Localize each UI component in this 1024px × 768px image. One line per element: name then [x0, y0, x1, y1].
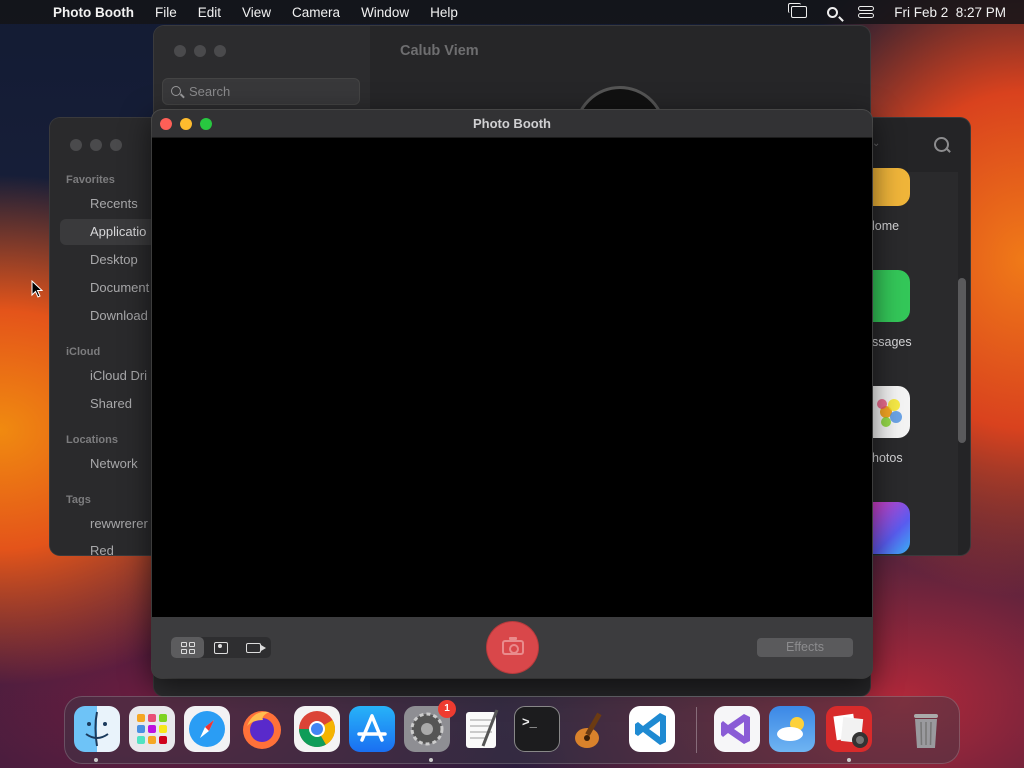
grid-icon	[180, 641, 195, 654]
app-store-dock-icon[interactable]	[349, 706, 395, 752]
bottom-toolbar: Effects	[152, 617, 872, 678]
weather-dock-icon[interactable]	[769, 706, 815, 752]
sidebar-item-icloud-drive[interactable]: iCloud Dri	[90, 368, 147, 383]
title-bar[interactable]: Photo Booth	[152, 110, 872, 138]
sidebar-item-documents[interactable]: Document	[90, 280, 149, 295]
background-window-title: Calub Viem	[400, 43, 479, 59]
search-icon[interactable]	[934, 137, 950, 153]
menu-camera[interactable]: Camera	[292, 5, 340, 20]
garageband-dock-icon[interactable]	[569, 706, 615, 752]
photo-booth-window: Photo Booth Effects	[152, 110, 872, 678]
dock-separator	[696, 707, 697, 753]
menu-app-name[interactable]: Photo Booth	[53, 5, 134, 20]
sidebar-item-tag[interactable]: Red	[90, 543, 114, 555]
launchpad-dock-icon[interactable]	[129, 706, 175, 752]
camera-preview	[152, 138, 872, 617]
firefox-dock-icon[interactable]	[239, 706, 285, 752]
sidebar-item-desktop[interactable]: Desktop	[90, 252, 138, 267]
sidebar-item-downloads[interactable]: Download	[90, 308, 148, 323]
finder-dock-icon[interactable]	[74, 706, 120, 752]
view-mode-control	[171, 637, 271, 658]
take-photo-button[interactable]	[487, 622, 538, 673]
vscode-dock-icon[interactable]	[629, 706, 675, 752]
photo-booth-dock-icon[interactable]	[826, 706, 872, 752]
trash-dock-icon[interactable]	[903, 706, 949, 752]
still-photo-icon	[213, 641, 228, 654]
menu-view[interactable]: View	[242, 5, 271, 20]
dock: 1 >_	[64, 696, 960, 764]
screen-mirroring-icon[interactable]	[788, 3, 808, 18]
control-center-icon[interactable]	[858, 6, 875, 18]
menu-help[interactable]: Help	[430, 5, 458, 20]
sidebar-item-applications[interactable]: Applicatio	[90, 224, 146, 239]
sidebar-item-recents[interactable]: Recents	[90, 196, 138, 211]
menu-edit[interactable]: Edit	[198, 5, 221, 20]
notification-badge: 1	[438, 700, 456, 718]
chevron-down-icon[interactable]: ⌄	[872, 138, 880, 149]
background-window-controls	[174, 45, 226, 57]
visual-studio-dock-icon[interactable]	[714, 706, 760, 752]
menu-window[interactable]: Window	[361, 5, 409, 20]
system-settings-dock-icon[interactable]: 1	[404, 700, 456, 752]
running-indicator	[847, 758, 851, 762]
finder-window-controls	[70, 139, 122, 151]
video-icon	[246, 642, 266, 653]
window-title: Photo Booth	[473, 116, 551, 131]
search-placeholder: Search	[189, 84, 231, 99]
messages-app-icon[interactable]	[872, 270, 910, 322]
sidebar-section-locations: Locations	[66, 434, 118, 446]
sidebar-item-shared[interactable]: Shared	[90, 396, 132, 411]
photos-app-icon[interactable]	[872, 386, 910, 438]
menu-bar: Photo Booth File Edit View Camera Window…	[0, 0, 1024, 24]
safari-dock-icon[interactable]	[184, 706, 230, 752]
spotlight-search-icon[interactable]	[827, 6, 839, 18]
camera-icon	[501, 637, 524, 655]
sidebar-item-tag[interactable]: rewwrerer	[90, 516, 148, 531]
shortcuts-app-icon[interactable]	[872, 502, 910, 554]
sidebar-section-icloud: iCloud	[66, 346, 101, 358]
effects-button[interactable]: Effects	[757, 638, 853, 657]
single-photo-mode-button[interactable]	[204, 637, 237, 658]
sidebar-item-network[interactable]: Network	[90, 456, 138, 471]
sidebar-section-favorites: Favorites	[66, 174, 115, 186]
app-label: ssages	[872, 335, 912, 349]
search-icon	[171, 86, 181, 96]
video-mode-button[interactable]	[237, 637, 270, 658]
sidebar-section-tags: Tags	[66, 494, 91, 506]
terminal-dock-icon[interactable]: >_	[514, 706, 560, 752]
app-label: hotos	[872, 451, 903, 465]
app-label: lome	[872, 219, 900, 233]
scrollbar[interactable]	[958, 278, 966, 443]
running-indicator	[94, 758, 98, 762]
running-indicator	[429, 758, 433, 762]
home-app-icon[interactable]	[872, 168, 910, 206]
chrome-dock-icon[interactable]	[294, 706, 340, 752]
grid-mode-button[interactable]	[171, 637, 204, 658]
search-field[interactable]: Search	[162, 78, 360, 105]
menu-file[interactable]: File	[155, 5, 177, 20]
textedit-dock-icon[interactable]	[459, 706, 505, 752]
menubar-clock[interactable]: Fri Feb 2 8:27 PM	[894, 5, 1006, 20]
